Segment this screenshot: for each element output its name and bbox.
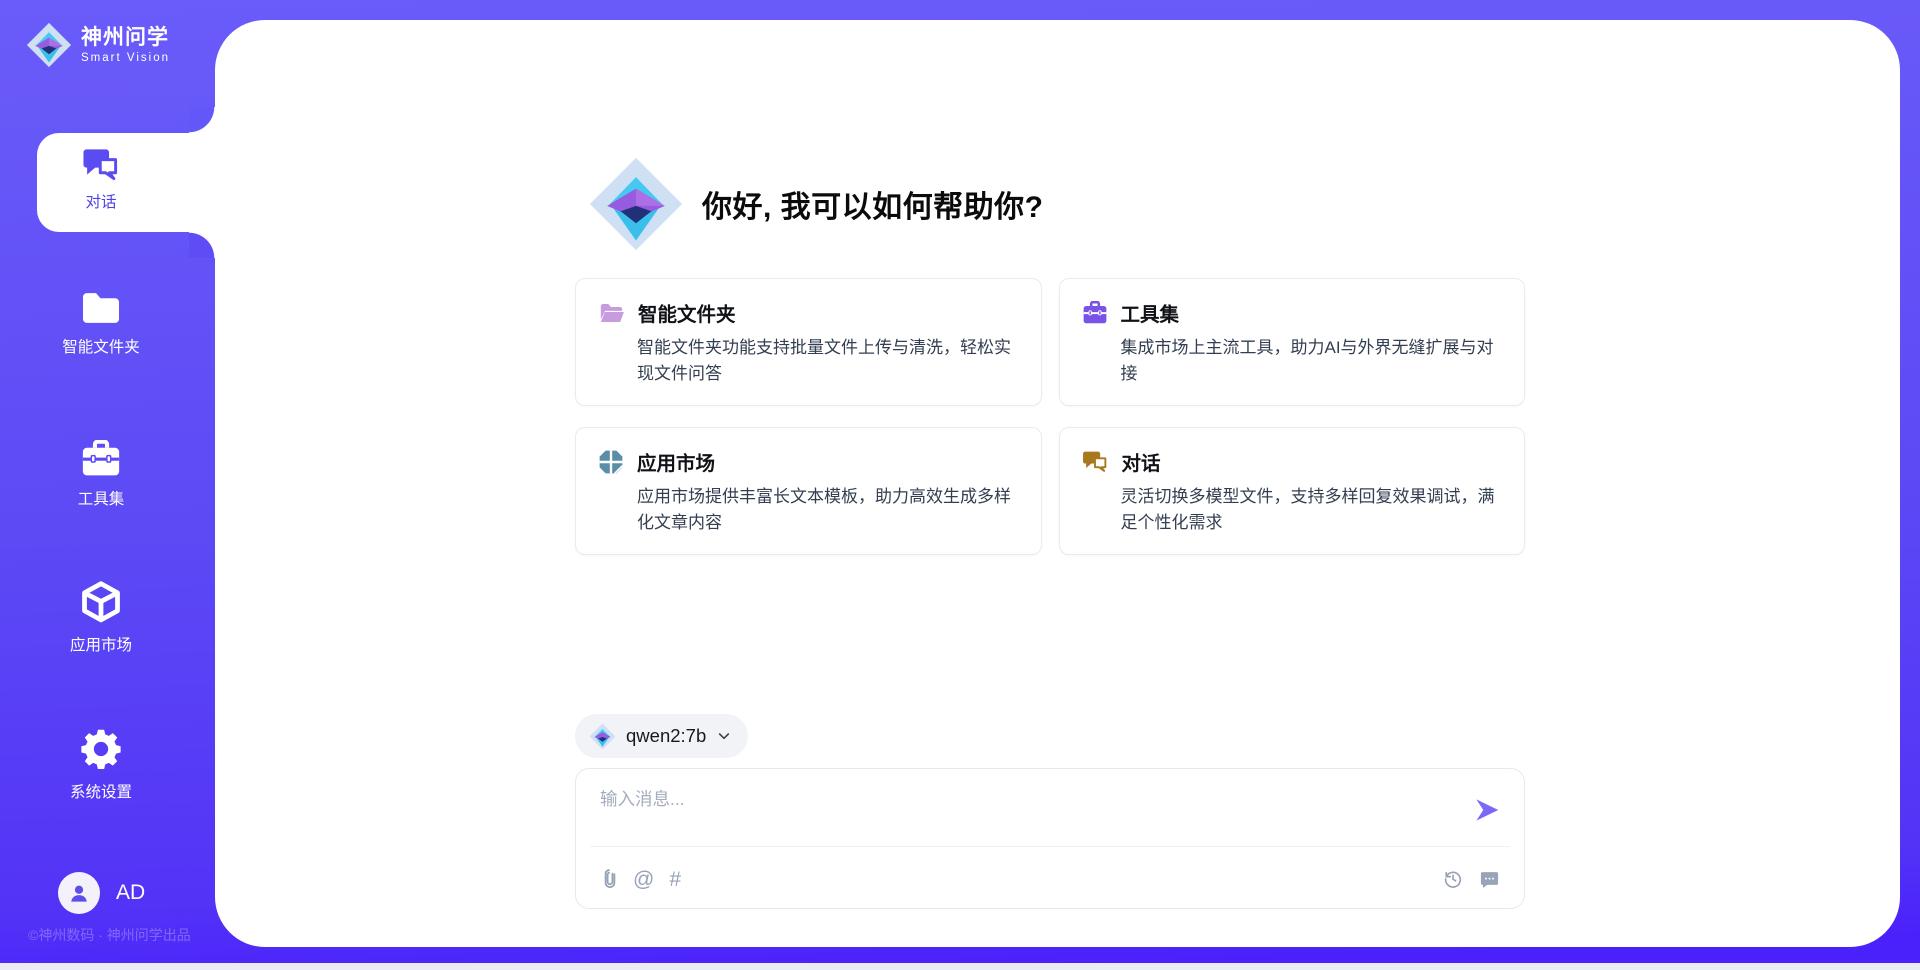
app-window: 神州问学 Smart Vision 对话 智能文件夹 <box>0 0 1920 970</box>
model-selector[interactable]: qwen2:7b <box>575 714 748 758</box>
window-bottom-edge <box>0 963 1920 970</box>
active-nav-corner-bottom <box>189 232 215 258</box>
user-initials: AD <box>116 881 145 905</box>
person-icon <box>66 880 92 906</box>
toolbox-icon <box>80 440 122 478</box>
brand-name: 神州问学 <box>81 26 170 49</box>
sidebar-item-toolset[interactable]: 工具集 <box>0 440 202 509</box>
hashtag-icon[interactable]: # <box>669 869 681 890</box>
sidebar-item-chat[interactable]: 对话 <box>0 147 202 212</box>
send-icon[interactable] <box>1472 795 1502 825</box>
card-description: 灵活切换多模型文件，支持多样回复效果调试，满足个性化需求 <box>1121 484 1503 535</box>
card-app-market[interactable]: 应用市场 应用市场提供丰富长文本模板，助力高效生成多样化文章内容 <box>575 427 1042 555</box>
model-logo-icon <box>589 723 616 750</box>
composer-divider <box>590 846 1510 847</box>
user-account[interactable]: AD <box>58 872 145 914</box>
card-title: 应用市场 <box>637 447 715 476</box>
message-input[interactable] <box>576 769 1524 841</box>
card-chat[interactable]: 对话 灵活切换多模型文件，支持多样回复效果调试，满足个性化需求 <box>1059 427 1526 555</box>
chat-bubble-icon[interactable] <box>1479 869 1500 890</box>
sidebar-item-settings[interactable]: 系统设置 <box>0 727 202 802</box>
mention-icon[interactable]: @ <box>633 869 654 890</box>
folder-icon <box>80 290 122 326</box>
sidebar-item-smart-folder[interactable]: 智能文件夹 <box>0 290 202 357</box>
card-description: 应用市场提供丰富长文本模板，助力高效生成多样化文章内容 <box>637 484 1019 535</box>
chat-icon <box>1082 450 1109 474</box>
toolbox-icon <box>1082 301 1108 325</box>
model-name: qwen2:7b <box>626 725 706 747</box>
avatar <box>58 872 100 914</box>
composer-toolbar: @ # <box>600 861 1500 897</box>
chat-icon <box>82 147 120 181</box>
active-nav-corner-top <box>189 107 215 133</box>
attachment-icon[interactable] <box>600 868 618 890</box>
card-title: 智能文件夹 <box>638 298 736 327</box>
grid-tiles-icon <box>598 449 624 475</box>
sidebar-footer-text: ©神州数码 · 神州问学出品 <box>28 925 191 945</box>
feature-cards: 智能文件夹 智能文件夹功能支持批量文件上传与清洗，轻松实现文件问答 工具集 集成… <box>575 278 1525 555</box>
history-icon[interactable] <box>1442 868 1464 890</box>
sidebar-item-label: 工具集 <box>0 487 202 509</box>
card-description: 智能文件夹功能支持批量文件上传与清洗，轻松实现文件问答 <box>637 335 1019 386</box>
card-title: 对话 <box>1122 447 1161 476</box>
card-smart-folder[interactable]: 智能文件夹 智能文件夹功能支持批量文件上传与清洗，轻松实现文件问答 <box>575 278 1042 406</box>
sidebar-item-label: 对话 <box>0 190 202 212</box>
sidebar-item-label: 系统设置 <box>0 780 202 802</box>
assistant-logo-icon <box>588 156 684 252</box>
folder-open-icon <box>598 301 625 325</box>
sidebar-item-label: 智能文件夹 <box>0 335 202 357</box>
chevron-down-icon <box>716 728 732 744</box>
sidebar-item-app-market[interactable]: 应用市场 <box>0 580 202 655</box>
greeting-text: 你好, 我可以如何帮助你? <box>702 182 1044 226</box>
sidebar: 神州问学 Smart Vision 对话 智能文件夹 <box>0 0 215 970</box>
card-description: 集成市场上主流工具，助力AI与外界无缝扩展与对接 <box>1121 335 1503 386</box>
brand-logo-icon <box>26 22 72 68</box>
sidebar-item-label: 应用市场 <box>0 633 202 655</box>
card-toolset[interactable]: 工具集 集成市场上主流工具，助力AI与外界无缝扩展与对接 <box>1059 278 1526 406</box>
brand: 神州问学 Smart Vision <box>26 22 170 68</box>
cube-icon <box>79 580 123 624</box>
gear-icon <box>79 727 123 771</box>
message-composer: @ # <box>575 768 1525 909</box>
brand-subtitle: Smart Vision <box>81 52 170 64</box>
card-title: 工具集 <box>1121 298 1180 327</box>
greeting: 你好, 我可以如何帮助你? <box>588 156 1044 252</box>
